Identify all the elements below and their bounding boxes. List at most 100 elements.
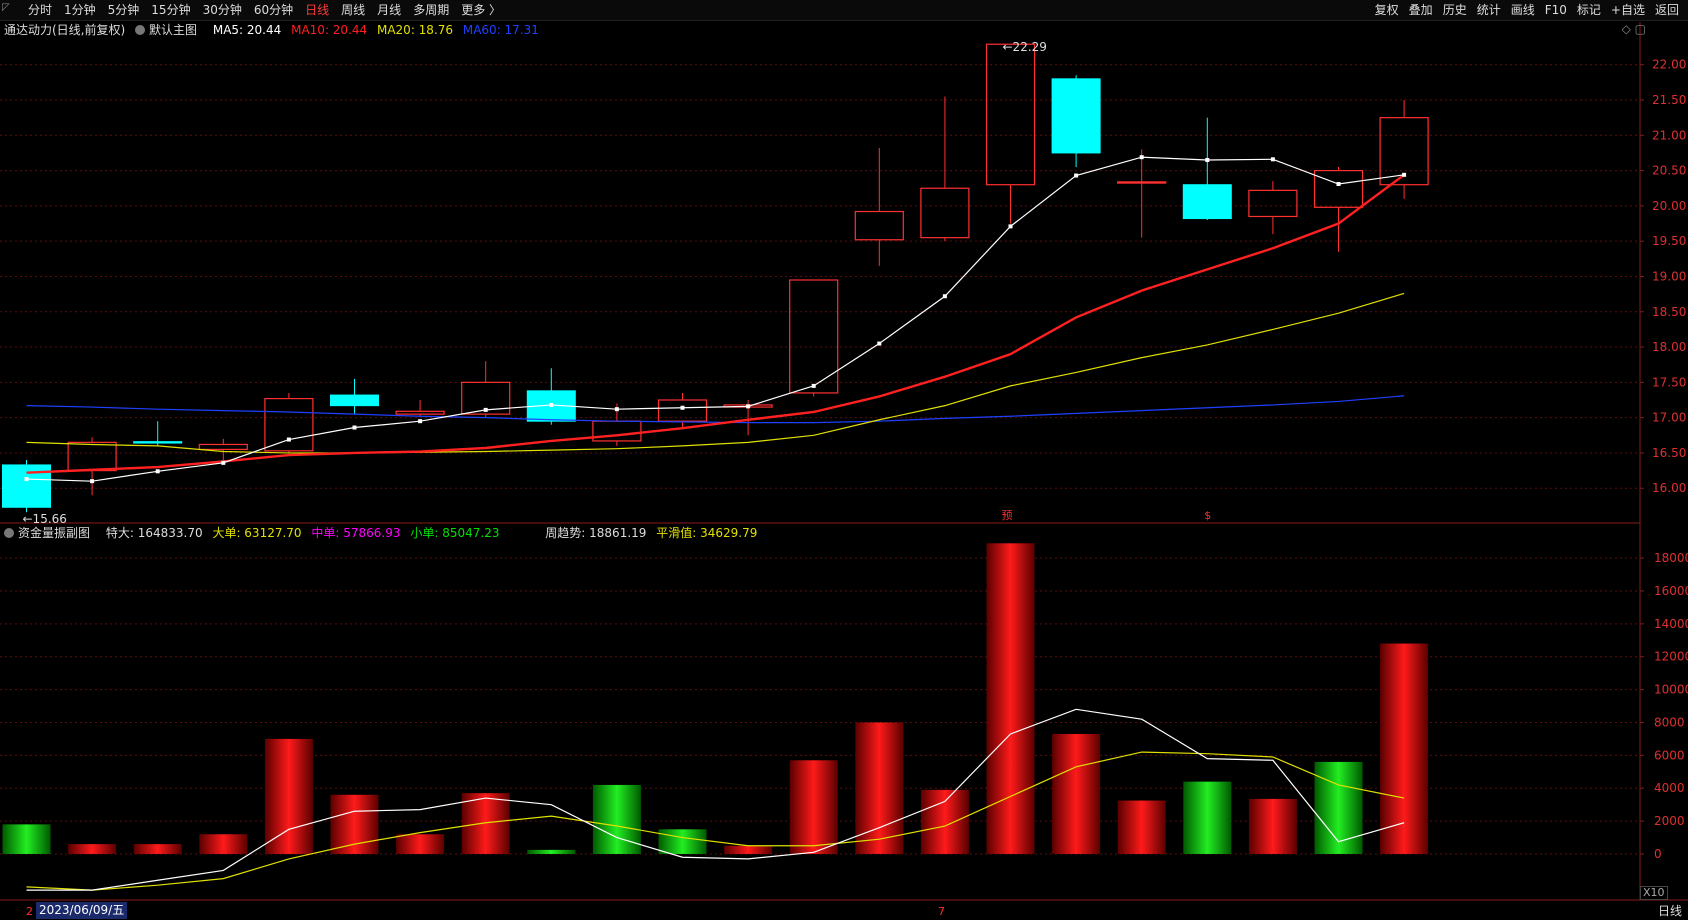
ma5-point	[418, 419, 423, 424]
ma5-point	[286, 437, 291, 442]
ma5-point	[155, 469, 160, 474]
corner-menu-icon[interactable]: ◸	[2, 2, 10, 13]
template-label: 默认主图	[149, 23, 198, 37]
candle-body	[1051, 78, 1101, 154]
volume-bar	[2, 824, 51, 854]
candle-body	[133, 441, 183, 444]
tool-button-6[interactable]: 标记	[1572, 2, 1606, 18]
bottom-tick-left: 2	[26, 905, 33, 918]
ma5-point	[811, 383, 816, 388]
ma5-point	[1008, 224, 1013, 229]
volume-bar	[1314, 761, 1363, 854]
volume-bar	[789, 760, 838, 854]
period-tab-0[interactable]: 分时	[22, 2, 58, 18]
sub-tick-label: 0	[1654, 847, 1662, 861]
period-tab-5[interactable]: 60分钟	[248, 2, 299, 18]
ma10-line	[26, 173, 1405, 474]
sub-tick-label: 18000	[1654, 551, 1688, 565]
ma20-value: MA20: 18.76	[376, 23, 454, 37]
main-tick-label: 19.50	[1652, 234, 1686, 248]
top-toolbar: ◸ 分时 1分钟 5分钟 15分钟 30分钟 60分钟 日线 周线 月线 多周期 更多 〉 复权 叠加…	[0, 0, 1688, 21]
scale-multiplier: X10	[1640, 886, 1668, 900]
small-order-value: 小单: 85047.23	[410, 526, 500, 540]
sub-tick-label: 8000	[1654, 715, 1685, 729]
candle-body	[1117, 181, 1167, 184]
volume-bar	[68, 844, 117, 854]
ma5-point	[942, 294, 947, 299]
period-tab-1[interactable]: 1分钟	[58, 2, 102, 18]
period-tab-10[interactable]: 更多 〉	[455, 2, 507, 18]
main-tick-label: 16.50	[1652, 446, 1686, 460]
volume-bar	[461, 793, 510, 854]
super-order-value: 特大: 164833.70	[105, 526, 203, 540]
period-tab-8[interactable]: 月线	[371, 2, 407, 18]
tool-buttons: 复权 叠加 历史 统计 画线 F10 标记 +自选 返回	[1370, 2, 1684, 18]
sub-tick-label: 10000	[1654, 683, 1688, 697]
sub-tick-label: 2000	[1654, 814, 1685, 828]
sub-tick-label: 4000	[1654, 781, 1685, 795]
sub-chart-legend: 资金量振副图 特大: 164833.70 大单: 63127.70 中单: 57…	[4, 525, 763, 541]
volume-bar	[199, 834, 248, 854]
tool-button-8[interactable]: 返回	[1650, 2, 1684, 18]
tool-button-5[interactable]: F10	[1540, 2, 1572, 18]
sub-chart-toggle-icon[interactable]	[4, 528, 14, 538]
large-order-value: 大单: 63127.70	[212, 526, 302, 540]
volume-bar	[396, 834, 445, 854]
candle-body	[789, 279, 839, 394]
volume-bar	[1052, 733, 1101, 854]
ma20-line	[26, 292, 1405, 454]
ma5-point	[352, 425, 357, 430]
ma60-line	[26, 395, 1405, 424]
template-toggle-icon[interactable]	[135, 25, 146, 35]
sub-tick-label: 12000	[1654, 650, 1688, 664]
sub-chart-name: 资金量振副图	[18, 526, 91, 540]
period-tab-2[interactable]: 5分钟	[102, 2, 146, 18]
cursor-date: 2023/06/09/五	[36, 902, 128, 919]
volume-bar	[920, 789, 969, 854]
candle-body	[198, 443, 248, 451]
ma5-point	[614, 407, 619, 412]
template-toggle[interactable]: 默认主图	[135, 23, 203, 37]
volume-bar	[986, 543, 1035, 854]
ma5-point	[877, 341, 882, 346]
tool-button-4[interactable]: 画线	[1506, 2, 1540, 18]
tool-button-7[interactable]: +自选	[1606, 2, 1650, 18]
candle-body	[330, 394, 379, 407]
sub-tick-label: 6000	[1654, 748, 1685, 762]
bottom-period-label[interactable]: 日线	[1658, 902, 1682, 919]
main-tick-label: 21.00	[1652, 128, 1686, 142]
candle-body	[920, 187, 970, 239]
volume-bar	[527, 849, 576, 854]
tool-button-0[interactable]: 复权	[1370, 2, 1404, 18]
tool-button-1[interactable]: 叠加	[1404, 2, 1438, 18]
candle-body	[592, 420, 642, 442]
volume-bar	[133, 844, 182, 854]
ma5-value: MA5: 20.44	[212, 23, 282, 37]
tool-button-3[interactable]: 统计	[1472, 2, 1506, 18]
candle-body	[264, 397, 314, 452]
period-tab-9[interactable]: 多周期	[407, 2, 455, 18]
ma5-point	[1270, 157, 1275, 162]
chart-settings-icons[interactable]: ◇ ▢	[1622, 22, 1646, 36]
weekly-trend-value: 周趋势: 18861.19	[545, 526, 647, 540]
volume-bar	[1183, 781, 1232, 854]
period-tab-6[interactable]: 日线	[299, 2, 335, 18]
main-tick-label: 18.00	[1652, 340, 1686, 354]
period-tab-7[interactable]: 周线	[335, 2, 371, 18]
period-tabs: 分时 1分钟 5分钟 15分钟 30分钟 60分钟 日线 周线 月线 多周期 更多 〉	[22, 2, 507, 18]
tool-button-2[interactable]: 历史	[1438, 2, 1472, 18]
bottom-tick-mid: 7	[938, 905, 945, 918]
candle-body	[1182, 184, 1232, 220]
ma5-point	[680, 405, 685, 410]
volume-bar	[1380, 643, 1429, 854]
main-tick-label: 20.50	[1652, 164, 1686, 178]
period-tab-4[interactable]: 30分钟	[197, 2, 248, 18]
chart-canvas[interactable]: 16.00 16.50 17.00 17.50 18.00 18.50 19.00 19.50…	[0, 0, 1688, 920]
volume-bar	[330, 794, 379, 854]
sub-chart-toggle[interactable]: 资金量振副图	[4, 526, 96, 540]
event-marker: $	[1204, 509, 1211, 522]
period-tab-3[interactable]: 15分钟	[145, 2, 196, 18]
main-tick-label: 16.00	[1652, 481, 1686, 495]
high-price-label: ←22.29	[1003, 40, 1047, 54]
main-tick-label: 17.50	[1652, 375, 1686, 389]
